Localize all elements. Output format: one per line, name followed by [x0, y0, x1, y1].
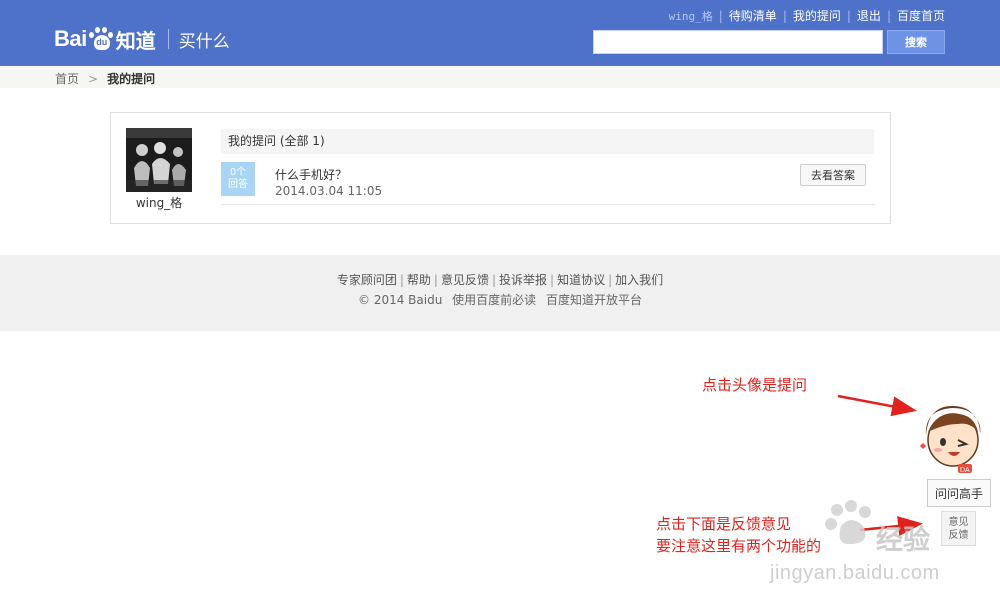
annotation-note-feedback-1: 点击下面是反馈意见: [656, 515, 792, 533]
watermark-brand: 经验: [876, 525, 930, 556]
baidu-jingyan-watermark-icon: [825, 500, 871, 545]
feedback-label-2: 反馈: [948, 529, 969, 541]
feedback-label-1: 意见: [948, 516, 969, 528]
watermark-url: jingyan.baidu.com: [770, 562, 940, 584]
feedback-button[interactable]: 意见 反馈: [941, 511, 976, 546]
annotation-note-avatar: 点击头像是提问: [702, 376, 808, 394]
ask-expert-cartoon-icon[interactable]: DA: [918, 402, 988, 477]
arrow-to-avatar-helper: [837, 394, 917, 417]
ask-expert-button[interactable]: 问问高手: [927, 479, 991, 507]
toon-tag-text: DA: [960, 467, 970, 474]
